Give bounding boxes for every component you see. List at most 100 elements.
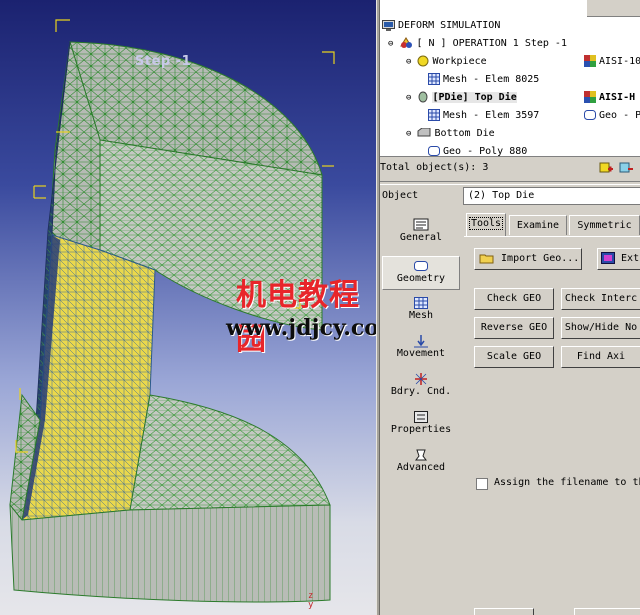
collapse-icon[interactable]: ⊖ — [406, 93, 411, 103]
mesh-icon — [428, 109, 440, 121]
geo-icon — [584, 110, 596, 120]
topdie-geo-label: Geo - P — [599, 110, 640, 121]
tab-underline — [464, 236, 640, 237]
property-sidebar: General Geometry Mesh Movement Bdry. Cnd… — [380, 212, 462, 512]
watermark-url: www.jdjcy.com — [226, 315, 376, 341]
axis-y-label: y — [308, 600, 314, 610]
operation-icon — [400, 37, 413, 48]
divider — [380, 181, 640, 185]
delete-object-icon[interactable] — [618, 159, 634, 175]
topdie-geo[interactable]: Geo - P — [584, 107, 640, 125]
import-geo-label: Import Geo... — [501, 253, 580, 264]
check-geo-button[interactable]: Check GEO — [474, 288, 554, 310]
tree-topdie[interactable]: ⊖ [PDie] Top Die — [406, 89, 517, 107]
axis-triad: z y — [308, 592, 313, 610]
export-icon — [601, 252, 615, 264]
tree-workpiece[interactable]: ⊖ Workpiece — [406, 53, 487, 71]
find-axis-label: Find Axi — [576, 351, 626, 362]
geo-icon — [428, 146, 440, 156]
tab-examine[interactable]: Examine — [509, 215, 567, 235]
advanced-icon — [415, 449, 427, 461]
geometry-panel: Tools Examine Symmetric Import Geo... Ex… — [464, 212, 640, 615]
workpiece-icon — [417, 55, 429, 67]
tab-symmetric[interactable]: Symmetric — [569, 215, 640, 235]
boundary-icon — [415, 373, 427, 385]
find-axis-button[interactable]: Find Axi — [561, 346, 640, 368]
import-geo-button[interactable]: Import Geo... — [474, 248, 582, 270]
check-geo-label: Check GEO — [486, 293, 542, 304]
tree-root[interactable]: DEFORM SIMULATION — [382, 17, 500, 35]
reverse-geo-label: Reverse GEO — [480, 322, 548, 333]
material-icon — [584, 91, 596, 103]
tab-examine-label: Examine — [516, 220, 560, 231]
reverse-geo-button[interactable]: Reverse GEO — [474, 317, 554, 339]
bottom-button-edge[interactable] — [574, 608, 640, 615]
object-dropdown[interactable]: (2) Top Die — [463, 187, 640, 205]
tree-root-label: DEFORM SIMULATION — [398, 20, 501, 31]
collapse-icon[interactable]: ⊖ — [388, 39, 393, 49]
tree-bottomdie[interactable]: ⊖ Bottom Die — [406, 125, 495, 143]
general-icon — [413, 218, 429, 231]
topdie-material[interactable]: AISI-H — [584, 89, 635, 107]
object-dropdown-value: (2) Top Die — [468, 190, 535, 201]
movement-icon — [414, 335, 428, 348]
object-label: Object — [382, 190, 419, 201]
check-interference-button[interactable]: Check Interc — [561, 288, 640, 310]
sidebar-item-geometry[interactable]: Geometry — [382, 256, 460, 290]
tree-bottomdie-geo-label: Geo - Poly 880 — [443, 146, 528, 157]
sidebar-item-bdry[interactable]: Bdry. Cnd. — [382, 372, 460, 397]
workpiece-material-label: AISI-10 — [599, 56, 640, 67]
sidebar-label-movement: Movement — [396, 348, 446, 359]
tab-tools[interactable]: Tools — [466, 213, 506, 236]
workpiece-material[interactable]: AISI-10 — [584, 53, 640, 71]
show-hide-button[interactable]: Show/Hide No — [561, 317, 640, 339]
bottom-button-edge[interactable] — [474, 608, 534, 615]
tab-tools-label: Tools — [468, 217, 504, 230]
preprocessor-panel: DEFORM SIMULATION ⊖ [ N ] OPERATION 1 St… — [380, 0, 640, 615]
sidebar-item-movement[interactable]: Movement — [382, 334, 460, 359]
export-geo-label: Ext — [621, 253, 640, 264]
tree-workpiece-label: Workpiece — [432, 56, 487, 67]
add-object-icon[interactable] — [598, 159, 614, 175]
mesh-icon — [414, 297, 428, 309]
material-icon — [584, 55, 596, 67]
properties-icon — [414, 411, 428, 423]
tree-operation[interactable]: ⊖ [ N ] OPERATION 1 Step -1 — [388, 35, 567, 53]
sidebar-item-general[interactable]: General — [382, 218, 460, 243]
sidebar-label-properties: Properties — [390, 424, 452, 435]
assign-filename-label: Assign the filename to th — [494, 477, 640, 488]
geometry-icon — [414, 261, 428, 271]
scale-geo-button[interactable]: Scale GEO — [474, 346, 554, 368]
monitor-icon — [382, 19, 395, 31]
topdie-icon — [418, 91, 428, 103]
sidebar-item-advanced[interactable]: Advanced — [382, 448, 460, 473]
step-label: Step -1 — [135, 54, 192, 69]
assign-filename-checkbox[interactable] — [476, 478, 488, 490]
watermark-text: 机电教程园 — [236, 278, 360, 357]
scale-geo-label: Scale GEO — [486, 351, 542, 362]
check-interference-label: Check Interc — [564, 293, 638, 304]
tree-bottomdie-geo[interactable]: Geo - Poly 880 — [428, 143, 528, 157]
3d-viewport[interactable]: Step -1 机电教程园 www.jdjcy.com z y — [0, 0, 376, 615]
tree-bottomdie-label: Bottom Die — [434, 128, 495, 139]
tree-workpiece-mesh[interactable]: Mesh - Elem 8025 — [428, 71, 539, 89]
mesh-icon — [428, 73, 440, 85]
collapse-icon[interactable]: ⊖ — [406, 57, 411, 67]
open-folder-icon — [479, 254, 494, 264]
show-hide-label: Show/Hide No — [564, 322, 638, 333]
sidebar-label-mesh: Mesh — [408, 310, 434, 321]
tree-topdie-mesh-label: Mesh - Elem 3597 — [443, 110, 540, 121]
tree-header-strip — [587, 0, 640, 17]
sidebar-item-properties[interactable]: Properties — [382, 410, 460, 435]
tree-workpiece-mesh-label: Mesh - Elem 8025 — [443, 74, 540, 85]
topdie-material-label: AISI-H — [599, 92, 636, 103]
export-geo-button[interactable]: Ext — [597, 248, 640, 270]
bottomdie-icon — [417, 128, 431, 137]
object-tree[interactable]: DEFORM SIMULATION ⊖ [ N ] OPERATION 1 St… — [380, 0, 640, 157]
sidebar-label-geometry: Geometry — [396, 273, 446, 284]
tree-topdie-mesh[interactable]: Mesh - Elem 3597 — [428, 107, 539, 125]
tree-operation-label: [ N ] OPERATION 1 Step -1 — [416, 38, 567, 49]
sidebar-item-mesh[interactable]: Mesh — [382, 296, 460, 321]
sidebar-label-advanced: Advanced — [396, 462, 446, 473]
collapse-icon[interactable]: ⊖ — [406, 129, 411, 139]
